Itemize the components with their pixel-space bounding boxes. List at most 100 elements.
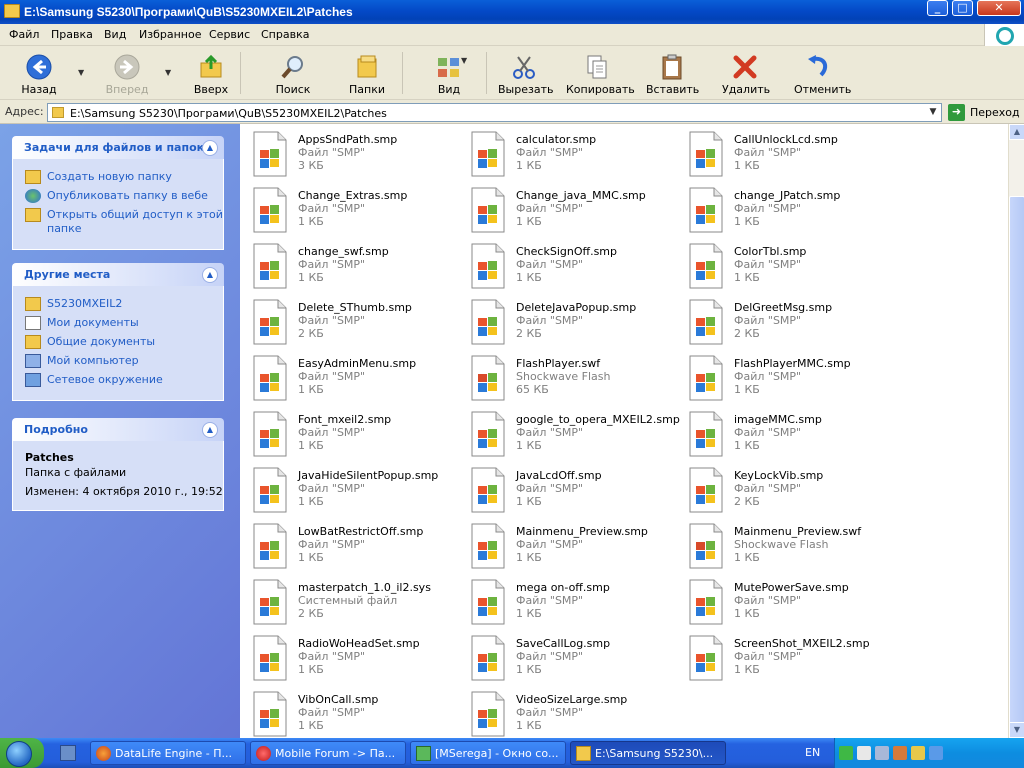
- maximize-button[interactable]: □: [952, 0, 973, 16]
- other-places-header[interactable]: Другие места ▲: [12, 263, 224, 286]
- start-button[interactable]: [0, 738, 44, 768]
- file-item[interactable]: JavaHideSilentPopup.smp Файл "SMP" 1 КБ: [240, 466, 450, 516]
- back-dropdown-icon[interactable]: ▼: [78, 68, 84, 77]
- search-button[interactable]: Поиск: [272, 49, 314, 97]
- menu-help[interactable]: Справка: [261, 28, 309, 41]
- file-item[interactable]: Delete_SThumb.smp Файл "SMP" 2 КБ: [240, 298, 450, 348]
- file-item[interactable]: SaveCallLog.smp Файл "SMP" 1 КБ: [458, 634, 668, 684]
- file-item[interactable]: EasyAdminMenu.smp Файл "SMP" 1 КБ: [240, 354, 450, 404]
- file-item[interactable]: CheckSignOff.smp Файл "SMP" 1 КБ: [458, 242, 668, 292]
- file-item[interactable]: CallUnlockLcd.smp Файл "SMP" 1 КБ: [676, 130, 886, 180]
- close-button[interactable]: ✕: [977, 0, 1021, 16]
- menu-file[interactable]: Файл: [9, 28, 39, 41]
- file-type: Shockwave Flash: [516, 370, 611, 383]
- menu-tools[interactable]: Сервис: [209, 28, 250, 41]
- place-my-documents[interactable]: Мои документы: [25, 316, 223, 330]
- place-shared-documents[interactable]: Общие документы: [25, 335, 223, 349]
- tray-icon-app2[interactable]: [929, 746, 943, 760]
- file-item[interactable]: Mainmenu_Preview.swf Shockwave Flash 1 КБ: [676, 522, 886, 572]
- tray-icon-speaker[interactable]: [911, 746, 925, 760]
- menu-edit[interactable]: Правка: [51, 28, 93, 41]
- scroll-up-icon[interactable]: ▲: [1009, 124, 1024, 140]
- copy-button[interactable]: Копировать: [566, 49, 635, 97]
- place-network[interactable]: Сетевое окружение: [25, 373, 223, 387]
- back-button[interactable]: Назад: [18, 49, 60, 97]
- file-item[interactable]: Mainmenu_Preview.smp Файл "SMP" 1 КБ: [458, 522, 668, 572]
- file-item[interactable]: VibOnCall.smp Файл "SMP" 1 КБ: [240, 690, 450, 738]
- file-item[interactable]: change_JPatch.smp Файл "SMP" 1 КБ: [676, 186, 886, 236]
- file-item[interactable]: RadioWoHeadSet.smp Файл "SMP" 1 КБ: [240, 634, 450, 684]
- file-item[interactable]: VideoSizeLarge.smp Файл "SMP" 1 КБ: [458, 690, 668, 738]
- place-my-computer[interactable]: Мой компьютер: [25, 354, 223, 368]
- file-item[interactable]: masterpatch_1.0_il2.sys Системный файл 2 К…: [240, 578, 450, 628]
- scroll-thumb[interactable]: [1009, 196, 1024, 726]
- address-dropdown-icon[interactable]: ▼: [925, 104, 941, 121]
- tray-icon-app[interactable]: [893, 746, 907, 760]
- file-item[interactable]: Change_Extras.smp Файл "SMP" 1 КБ: [240, 186, 450, 236]
- file-item[interactable]: FlashPlayer.swf Shockwave Flash 65 КБ: [458, 354, 668, 404]
- folders-button[interactable]: Папки: [346, 49, 388, 97]
- paste-button[interactable]: Вставить: [646, 49, 699, 97]
- views-dropdown-icon[interactable]: ▼: [461, 56, 467, 65]
- go-button[interactable]: ➜ Переход: [948, 103, 1022, 122]
- cut-button[interactable]: Вырезать: [498, 49, 553, 97]
- file-item[interactable]: MutePowerSave.smp Файл "SMP" 1 КБ: [676, 578, 886, 628]
- file-item[interactable]: change_swf.smp Файл "SMP" 1 КБ: [240, 242, 450, 292]
- menu-view[interactable]: Вид: [104, 28, 126, 41]
- scroll-down-icon[interactable]: ▼: [1009, 722, 1024, 738]
- title-bar[interactable]: E:\Samsung S5230\Програми\QuB\S5230MXEIL…: [0, 0, 1024, 24]
- task-share-folder[interactable]: Открыть общий доступ к этой папке: [25, 208, 223, 236]
- folder-icon: [576, 746, 591, 761]
- file-item[interactable]: AppsSndPath.smp Файл "SMP" 3 КБ: [240, 130, 450, 180]
- language-indicator[interactable]: EN: [805, 746, 820, 759]
- taskbar-button-datalife[interactable]: DataLife Engine - П...: [90, 741, 246, 765]
- file-item[interactable]: ColorTbl.smp Файл "SMP" 1 КБ: [676, 242, 886, 292]
- tray-icon-network[interactable]: [857, 746, 871, 760]
- address-input[interactable]: E:\Samsung S5230\Програми\QuB\S5230MXEIL…: [47, 103, 942, 122]
- taskbar-button-explorer[interactable]: E:\Samsung S5230\...: [570, 741, 726, 765]
- taskbar-button-mobile-forum[interactable]: Mobile Forum -> Па...: [250, 741, 406, 765]
- collapse-icon[interactable]: ▲: [202, 422, 218, 438]
- file-item[interactable]: Font_mxeil2.smp Файл "SMP" 1 КБ: [240, 410, 450, 460]
- delete-x-icon: [733, 55, 757, 79]
- delete-button[interactable]: Удалить: [722, 49, 770, 97]
- undo-button[interactable]: Отменить: [794, 49, 851, 97]
- file-item[interactable]: FlashPlayerMMC.smp Файл "SMP" 1 КБ: [676, 354, 886, 404]
- go-arrow-icon: ➜: [948, 104, 965, 121]
- file-item[interactable]: JavaLcdOff.smp Файл "SMP" 1 КБ: [458, 466, 668, 516]
- forward-button[interactable]: Вперед: [104, 49, 150, 97]
- file-item[interactable]: DeleteJavaPopup.smp Файл "SMP" 2 КБ: [458, 298, 668, 348]
- task-new-folder[interactable]: Создать новую папку: [25, 170, 223, 184]
- file-type: Файл "SMP": [516, 594, 584, 607]
- file-type: Файл "SMP": [298, 538, 366, 551]
- file-item[interactable]: Change_java_MMC.smp Файл "SMP" 1 КБ: [458, 186, 668, 236]
- address-bar: Адрес: E:\Samsung S5230\Програми\QuB\S52…: [0, 100, 1024, 124]
- menu-favorites[interactable]: Избранное: [139, 28, 201, 41]
- file-item[interactable]: KeyLockVib.smp Файл "SMP" 2 КБ: [676, 466, 886, 516]
- place-s5230mxeil2[interactable]: S5230MXEIL2: [25, 297, 223, 311]
- up-button[interactable]: Вверх: [190, 49, 232, 97]
- minimize-button[interactable]: _: [927, 0, 948, 16]
- file-tasks-header[interactable]: Задачи для файлов и папок ▲: [12, 136, 224, 159]
- file-item[interactable]: google_to_opera_MXEIL2.smp Файл "SMP" 1 КБ: [458, 410, 680, 460]
- file-type: Файл "SMP": [516, 202, 584, 215]
- file-item[interactable]: DelGreetMsg.smp Файл "SMP" 2 КБ: [676, 298, 886, 348]
- file-size: 2 КБ: [298, 607, 324, 620]
- tray-icon-monitor[interactable]: [875, 746, 889, 760]
- taskbar-button-chat[interactable]: [MSerega] - Окно со...: [410, 741, 566, 765]
- file-name: FlashPlayerMMC.smp: [734, 357, 851, 370]
- collapse-icon[interactable]: ▲: [202, 267, 218, 283]
- file-item[interactable]: LowBatRestrictOff.smp Файл "SMP" 1 КБ: [240, 522, 450, 572]
- forward-dropdown-icon[interactable]: ▼: [165, 68, 171, 77]
- collapse-icon[interactable]: ▲: [202, 140, 218, 156]
- task-publish-web[interactable]: Опубликовать папку в вебе: [25, 189, 223, 203]
- file-item[interactable]: mega on-off.smp Файл "SMP" 1 КБ: [458, 578, 668, 628]
- file-item[interactable]: imageMMC.smp Файл "SMP" 1 КБ: [676, 410, 886, 460]
- file-item[interactable]: ScreenShot_MXEIL2.smp Файл "SMP" 1 КБ: [676, 634, 886, 684]
- tray-icon-green[interactable]: [839, 746, 853, 760]
- details-header[interactable]: Подробно ▲: [12, 418, 224, 441]
- file-item[interactable]: calculator.smp Файл "SMP" 1 КБ: [458, 130, 668, 180]
- file-name: ColorTbl.smp: [734, 245, 807, 258]
- vertical-scrollbar[interactable]: ▲ ▼: [1008, 124, 1024, 738]
- show-desktop-icon[interactable]: [60, 745, 76, 761]
